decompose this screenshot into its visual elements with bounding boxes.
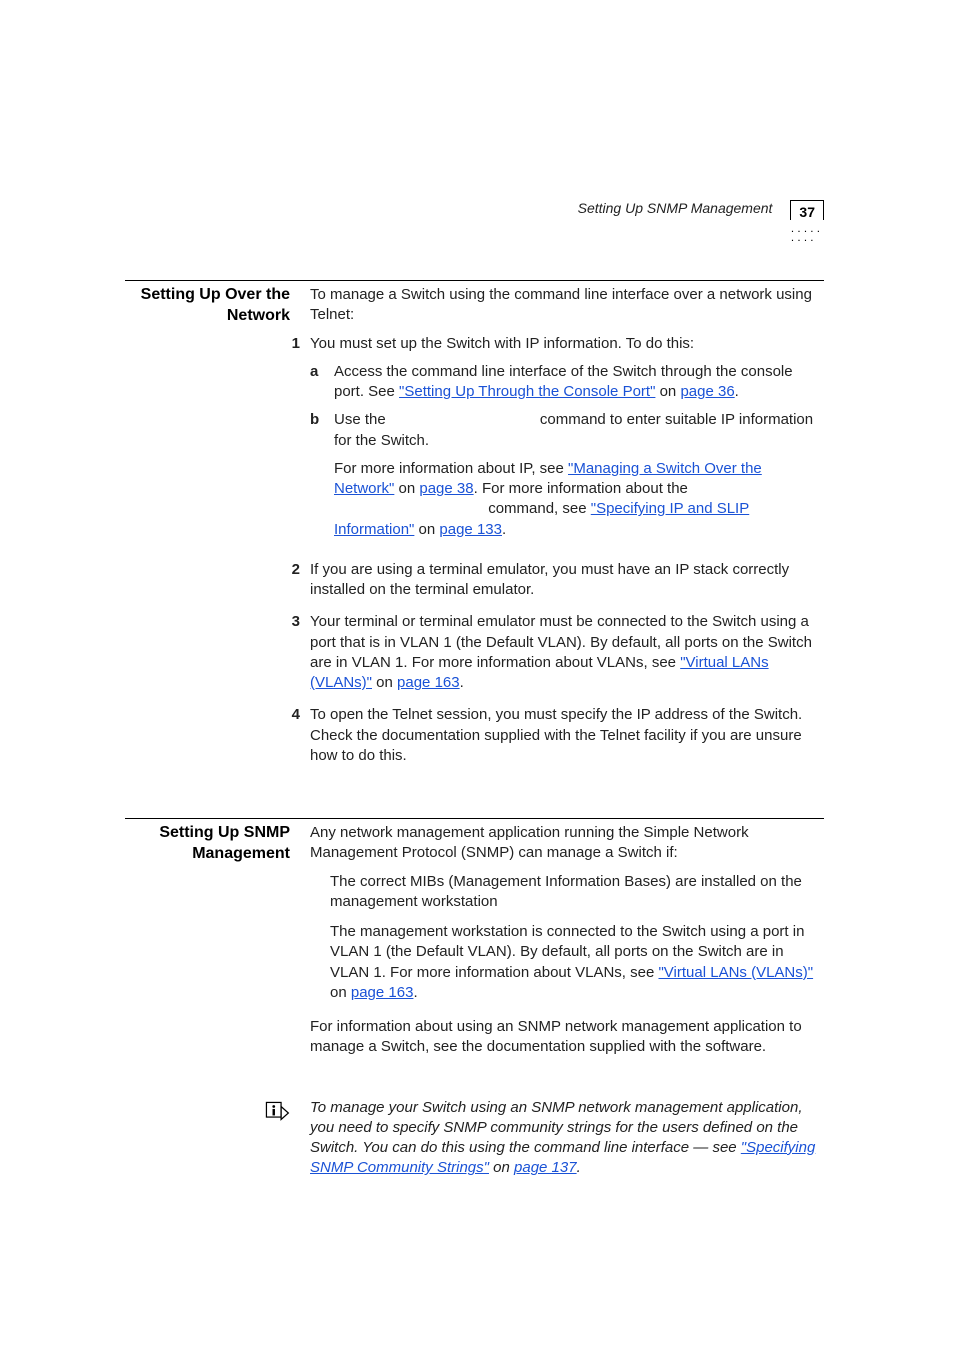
page-number: 37 . . . . . . . . . [790, 200, 824, 220]
note-block: To manage your Switch using an SNMP netw… [125, 1098, 824, 1179]
section-setting-up-network: Setting Up Over the Network To manage a … [125, 280, 824, 778]
link-page-163[interactable]: page 163 [397, 674, 460, 691]
section-heading: Setting Up Over the Network [125, 285, 310, 778]
header-title: Setting Up SNMP Management [578, 200, 773, 216]
sublist-marker: b [310, 410, 334, 540]
section-body: To manage a Switch using the command lin… [310, 285, 824, 778]
list-text: To open the Telnet session, you must spe… [310, 705, 824, 766]
intro-text: To manage a Switch using the command lin… [310, 285, 824, 326]
intro-text: Any network management application runni… [310, 823, 824, 864]
list-item: 1 You must set up the Switch with IP inf… [310, 334, 824, 548]
link-console-port[interactable]: "Setting Up Through the Console Port" [399, 383, 655, 400]
list-text: You must set up the Switch with IP infor… [310, 335, 694, 352]
section-setting-up-snmp: Setting Up SNMP Management Any network m… [125, 818, 824, 1058]
page-header: Setting Up SNMP Management 37 . . . . . … [578, 200, 824, 220]
decorative-dots: . . . . . . . . . [791, 225, 823, 243]
sublist-item: b Use the command to enter suitable IP i… [310, 410, 824, 540]
link-page-137[interactable]: page 137 [514, 1159, 577, 1176]
list-item: 3 Your terminal or terminal emulator mus… [310, 612, 824, 693]
link-page-38[interactable]: page 38 [419, 480, 473, 497]
list-number: 2 [288, 560, 310, 601]
link-page-163[interactable]: page 163 [351, 984, 414, 1001]
list-number: 4 [288, 705, 310, 766]
list-text: If you are using a terminal emulator, yo… [310, 560, 824, 601]
sublist-item: a Access the command line interface of t… [310, 362, 824, 403]
link-virtual-lans[interactable]: "Virtual LANs (VLANs)" [658, 964, 813, 981]
section-heading: Setting Up SNMP Management [125, 823, 310, 1058]
section-body: Any network management application runni… [310, 823, 824, 1058]
list-item: 4 To open the Telnet session, you must s… [310, 705, 824, 766]
note-text: To manage your Switch using an SNMP netw… [310, 1099, 803, 1157]
info-icon [125, 1098, 310, 1126]
body-text: Use the [334, 411, 390, 428]
list-number: 3 [288, 612, 310, 693]
info-paragraph: For information about using an SNMP netw… [310, 1017, 824, 1058]
list-number: 1 [288, 334, 310, 548]
link-page-133[interactable]: page 133 [439, 521, 502, 538]
link-page-36[interactable]: page 36 [680, 383, 734, 400]
bullet-item: The management workstation is connected … [330, 922, 824, 1003]
body-text: The correct MIBs (Management Information… [330, 873, 802, 910]
bullet-item: The correct MIBs (Management Information… [330, 872, 824, 913]
sublist-marker: a [310, 362, 334, 403]
list-item: 2 If you are using a terminal emulator, … [310, 560, 824, 601]
